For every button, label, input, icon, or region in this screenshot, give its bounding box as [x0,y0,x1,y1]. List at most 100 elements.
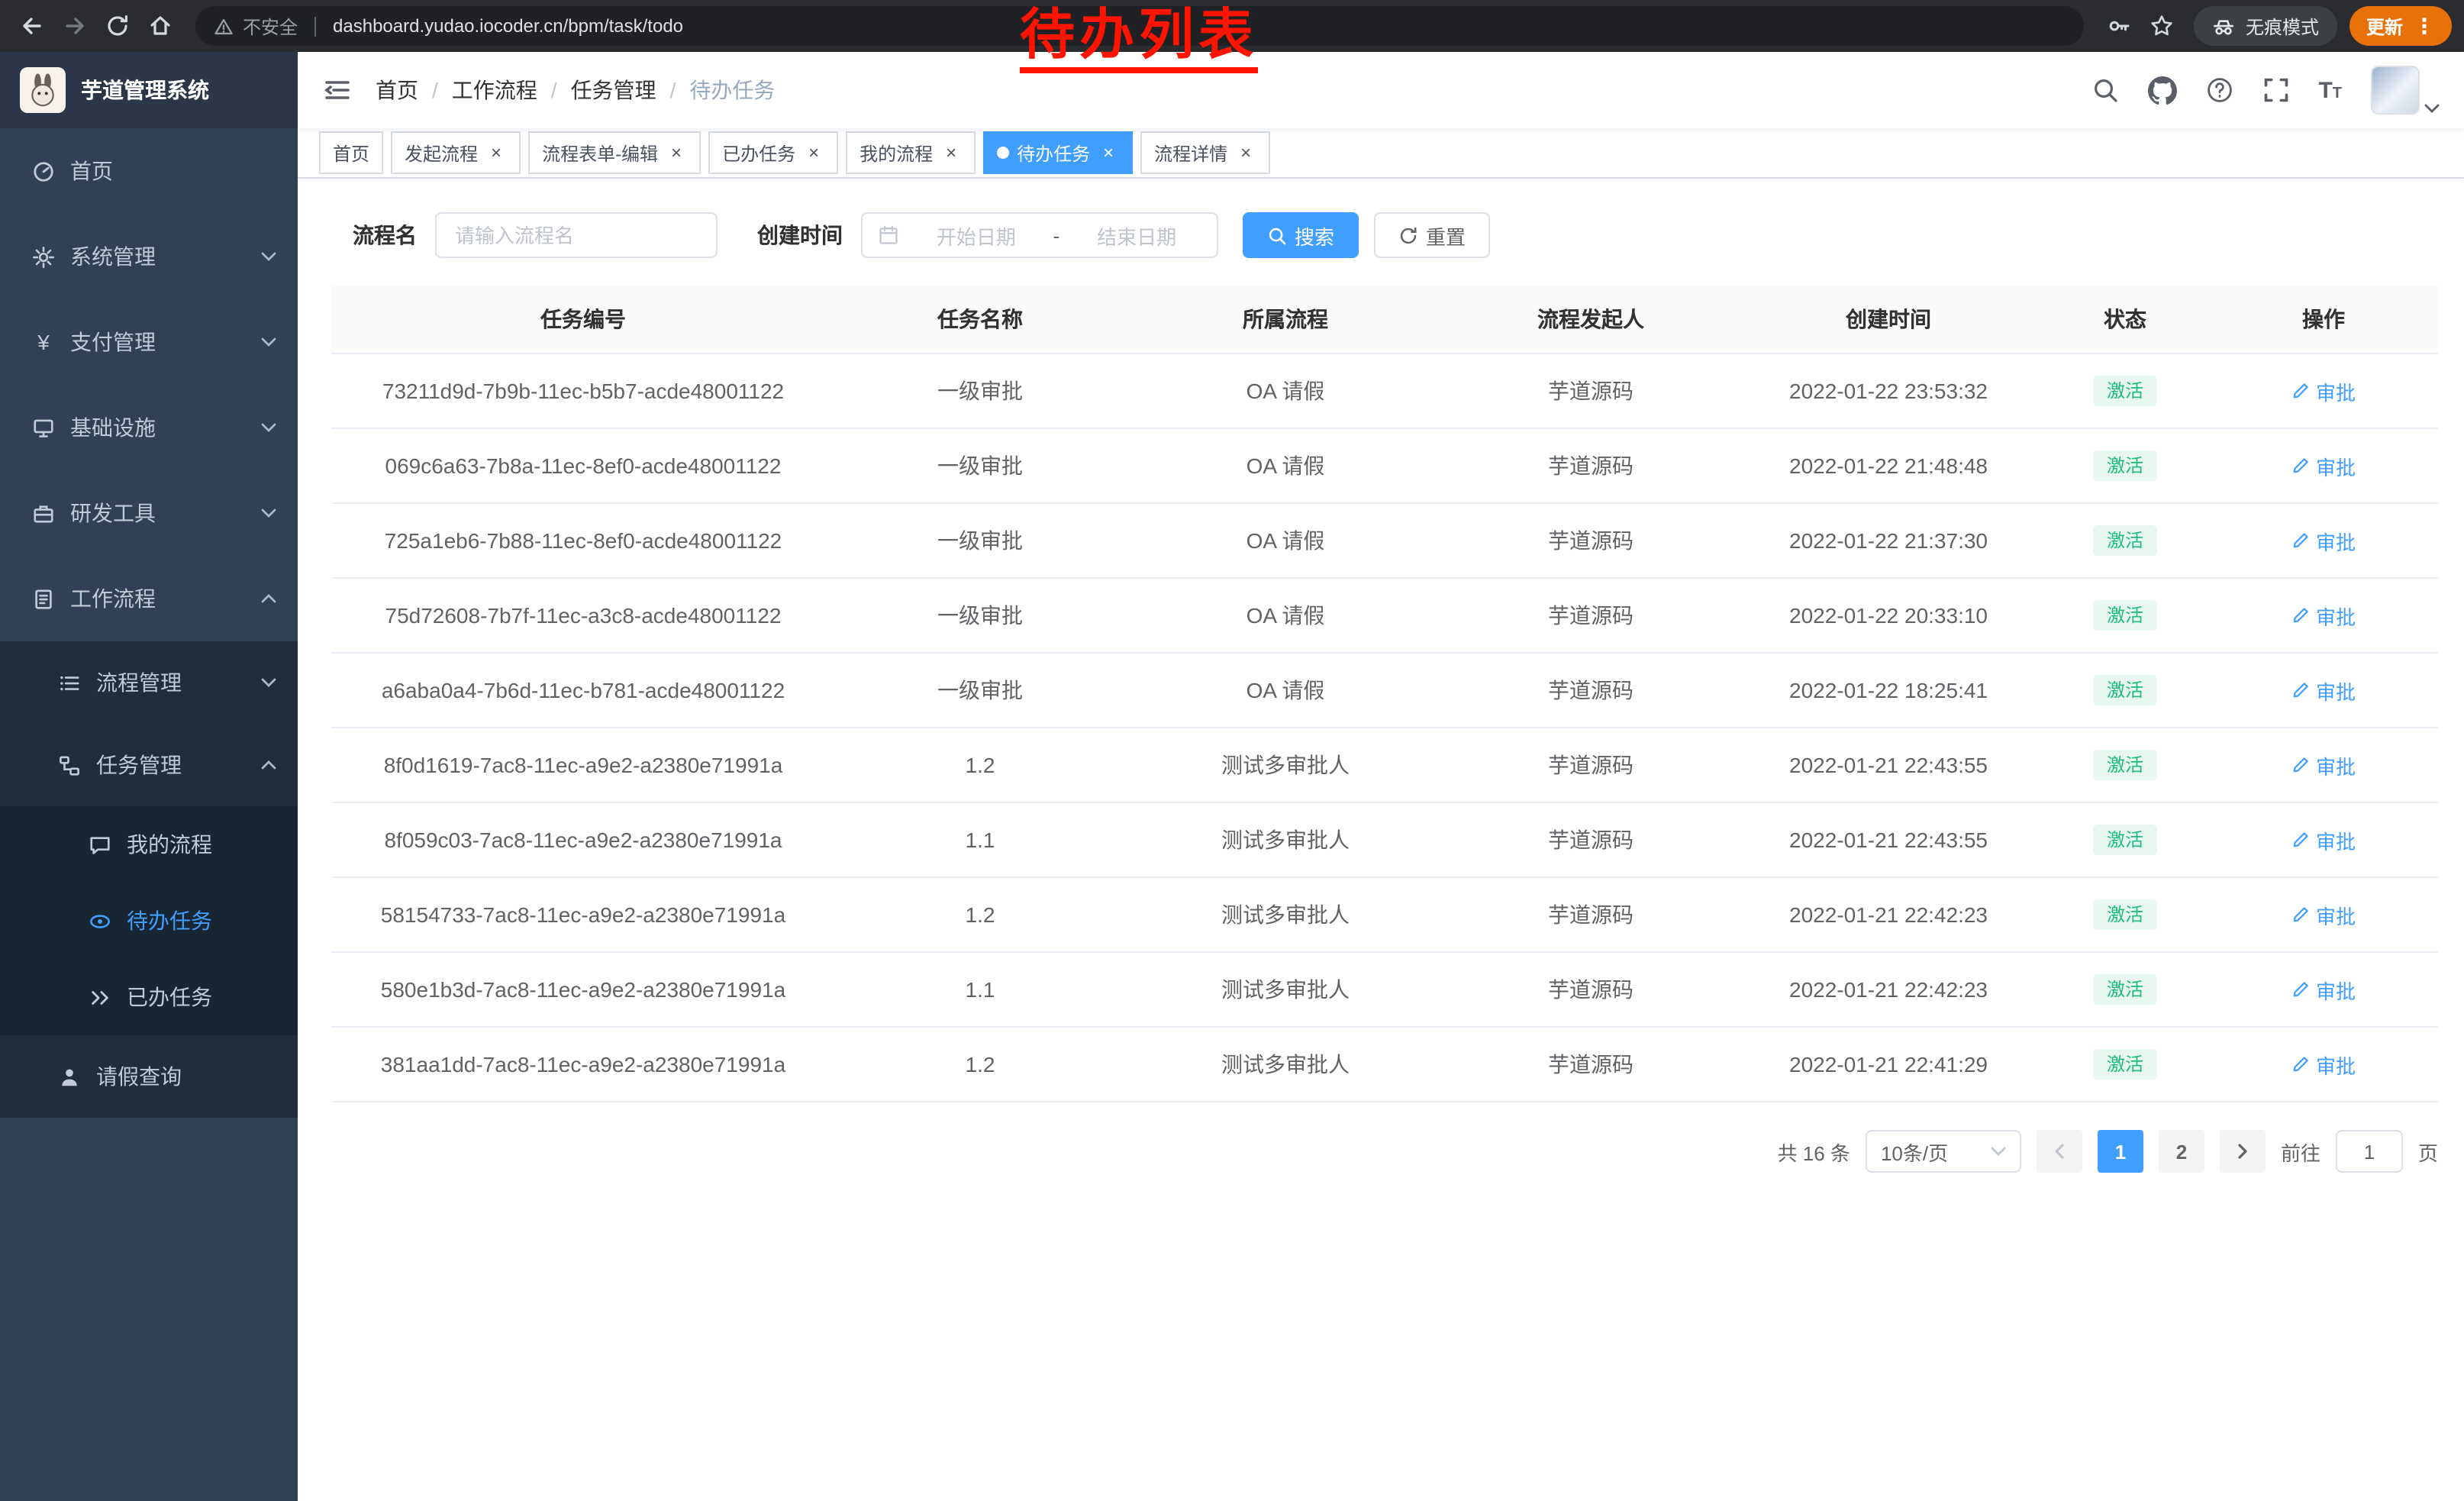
approve-link[interactable]: 审批 [2291,526,2356,555]
sidebar-item-system[interactable]: 系统管理 [0,214,298,299]
create-time-label: 创建时间 [757,220,843,250]
approve-link[interactable]: 审批 [2291,975,2356,1004]
sidebar-item-my-process[interactable]: 我的流程 [0,806,298,883]
edit-icon [2291,531,2310,550]
sidebar-item-devtools[interactable]: 研发工具 [0,470,298,556]
sidebar-item-leave-query[interactable]: 请假查询 [0,1035,298,1118]
goto-page-input[interactable] [2336,1130,2403,1173]
breadcrumb-workflow[interactable]: 工作流程 [452,75,537,105]
close-icon[interactable]: × [940,142,962,163]
status-badge: 激活 [2093,450,2157,482]
task-id-cell: 75d72608-7b7f-11ec-a3c8-acde48001122 [331,603,835,628]
reset-button[interactable]: 重置 [1374,212,1490,258]
close-icon[interactable]: × [666,142,687,163]
sidebar-item-payment[interactable]: ¥ 支付管理 [0,299,298,385]
help-button[interactable] [2205,76,2233,104]
starter-cell: 芋道源码 [1446,376,1736,406]
breadcrumb-task-management[interactable]: 任务管理 [571,75,656,105]
browser-menu-dots-icon[interactable]: ⋮ [2414,15,2435,37]
goto-suffix: 页 [2418,1137,2438,1166]
action-cell: 审批 [2209,750,2438,780]
chevron-down-icon [261,508,276,518]
user-menu[interactable] [2371,66,2440,115]
column-header-created: 创建时间 [1736,304,2041,334]
page-button-2[interactable]: 2 [2159,1130,2204,1173]
sidebar-collapse-button[interactable] [322,75,353,105]
tab-my-process[interactable]: 我的流程 × [846,131,976,174]
prev-page-button[interactable] [2037,1130,2082,1173]
sidebar: 芋道管理系统 首页 系统管理 ¥ 支付管理 [0,52,298,1501]
created-time-cell: 2022-01-22 23:53:32 [1736,379,2041,403]
star-icon [2150,14,2174,38]
task-id-cell: 58154733-7ac8-11ec-a9e2-a2380e71991a [331,902,835,927]
close-icon[interactable]: × [1235,142,1256,163]
close-icon[interactable]: × [1098,142,1119,163]
dashboard-icon [31,160,56,182]
avatar[interactable] [2371,66,2420,115]
search-button[interactable]: 搜索 [1243,212,1359,258]
breadcrumb: 首页 / 工作流程 / 任务管理 / 待办任务 [376,75,775,105]
tab-done-tasks[interactable]: 已办任务 × [708,131,838,174]
refresh-button[interactable] [98,6,137,46]
next-page-button[interactable] [2220,1130,2266,1173]
chevron-down-icon [1991,1147,2006,1156]
approve-link[interactable]: 审批 [2291,451,2356,480]
sidebar-item-process-management[interactable]: 流程管理 [0,641,298,724]
page-size-select[interactable]: 10条/页 [1866,1130,2021,1173]
password-key-button[interactable] [2099,6,2139,46]
tab-todo-tasks[interactable]: 待办任务 × [983,131,1133,174]
approve-link[interactable]: 审批 [2291,601,2356,630]
approve-link[interactable]: 审批 [2291,1050,2356,1079]
tab-start-process[interactable]: 发起流程 × [391,131,521,174]
approve-link[interactable]: 审批 [2291,900,2356,929]
url-separator [314,16,316,36]
table-row: 58154733-7ac8-11ec-a9e2-a2380e71991a 1.2… [331,878,2438,953]
chat-bubble-icon [87,833,113,856]
approve-link[interactable]: 审批 [2291,376,2356,405]
close-icon[interactable]: × [803,142,824,163]
home-icon [148,14,173,38]
status-cell: 激活 [2041,376,2209,407]
chevron-down-icon [261,252,276,261]
sidebar-item-todo-tasks[interactable]: 待办任务 [0,883,298,959]
home-button[interactable] [140,6,180,46]
tab-home[interactable]: 首页 [319,131,383,174]
app-brand[interactable]: 芋道管理系统 [0,52,298,128]
sidebar-item-workflow[interactable]: 工作流程 [0,556,298,641]
action-cell: 审批 [2209,1050,2438,1079]
forward-icon [63,14,87,38]
created-time-cell: 2022-01-22 21:37:30 [1736,528,2041,553]
task-name-cell: 1.1 [835,977,1125,1002]
chevron-right-icon [2235,1142,2250,1160]
edit-icon [2291,681,2310,699]
update-button[interactable]: 更新 ⋮ [2350,6,2452,46]
breadcrumb-home[interactable]: 首页 [376,75,418,105]
font-size-button[interactable]: TT [2318,79,2342,102]
status-badge: 激活 [2093,974,2157,1006]
approve-link[interactable]: 审批 [2291,676,2356,705]
sidebar-item-infrastructure[interactable]: 基础设施 [0,385,298,470]
date-range-picker[interactable]: 开始日期 - 结束日期 [861,212,1218,258]
approve-link[interactable]: 审批 [2291,825,2356,854]
page-button-1[interactable]: 1 [2098,1130,2143,1173]
status-cell: 激活 [2041,600,2209,631]
search-button[interactable] [2091,76,2118,104]
sidebar-item-task-management[interactable]: 任务管理 [0,724,298,806]
sidebar-item-home[interactable]: 首页 [0,128,298,214]
table-row: a6aba0a4-7b6d-11ec-b781-acde48001122 一级审… [331,654,2438,728]
tab-process-detail[interactable]: 流程详情 × [1140,131,1270,174]
sidebar-item-done-tasks[interactable]: 已办任务 [0,959,298,1035]
bookmark-star-button[interactable] [2142,6,2182,46]
tab-process-form-edit[interactable]: 流程表单-编辑 × [528,131,701,174]
forward-button[interactable] [55,6,95,46]
fullscreen-button[interactable] [2262,76,2289,104]
filter-bar: 流程名 创建时间 开始日期 - 结束日期 搜索 [331,212,2438,258]
close-icon[interactable]: × [485,142,507,163]
github-button[interactable] [2147,76,2176,105]
status-badge: 激活 [2093,1049,2157,1080]
gear-icon [31,245,56,268]
approve-link[interactable]: 审批 [2291,750,2356,780]
process-name-input[interactable] [435,212,718,258]
back-button[interactable] [12,6,52,46]
question-circle-icon [2205,76,2233,104]
